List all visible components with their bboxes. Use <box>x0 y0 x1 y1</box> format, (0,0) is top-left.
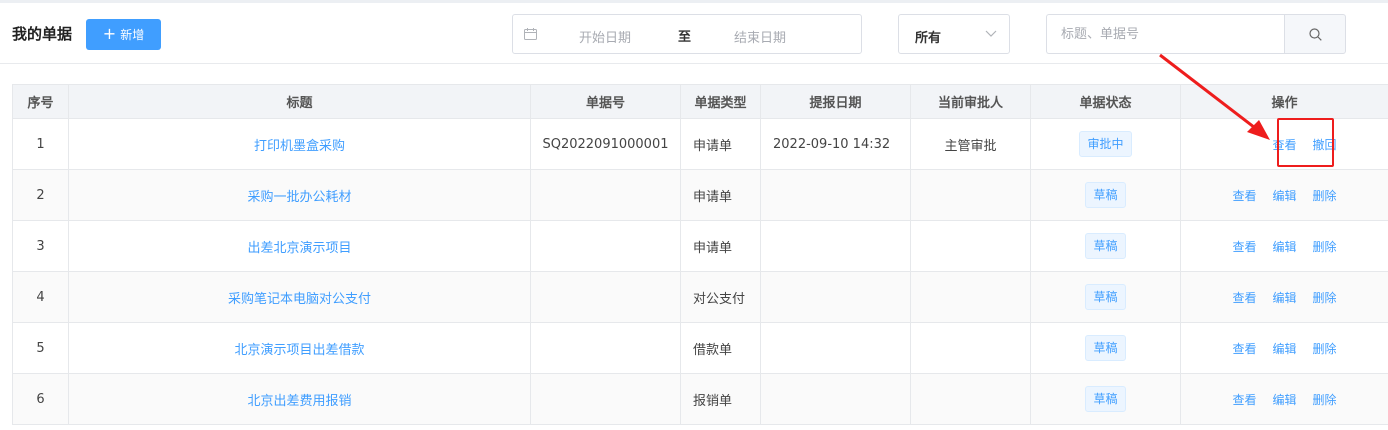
status-badge: 草稿 <box>1085 335 1126 361</box>
row-title-link[interactable]: 出差北京演示项目 <box>247 241 351 256</box>
view-button[interactable]: 查看 <box>1232 187 1256 204</box>
withdraw-button[interactable]: 撤回 <box>1313 136 1337 153</box>
row-title-link[interactable]: 采购一批办公耗材 <box>247 190 351 205</box>
documents-table: 序号 标题 单据号 单据类型 提报日期 当前审批人 单据状态 操作 1 打印机墨… <box>12 84 1388 425</box>
delete-button[interactable]: 删除 <box>1313 187 1337 204</box>
row-doc-no <box>530 271 681 323</box>
status-badge: 草稿 <box>1085 284 1126 310</box>
row-approver <box>910 169 1031 221</box>
row-date <box>760 322 911 374</box>
row-title-link[interactable]: 打印机墨盒采购 <box>254 139 345 154</box>
status-badge: 草稿 <box>1085 386 1126 412</box>
row-date <box>760 220 911 272</box>
view-button[interactable]: 查看 <box>1232 289 1256 306</box>
column-header-approver[interactable]: 当前审批人 <box>910 84 1031 119</box>
calendar-icon <box>524 28 537 40</box>
toolbar: 我的单据 + 新增 开始日期 至 结束日期 所有 <box>0 3 1388 64</box>
row-index: 5 <box>12 322 69 374</box>
edit-button[interactable]: 编辑 <box>1272 391 1296 408</box>
row-index: 1 <box>12 118 69 170</box>
row-doc-no <box>530 322 681 374</box>
add-button-label: 新增 <box>120 28 145 42</box>
row-index: 2 <box>12 169 69 221</box>
table-row: 1 打印机墨盒采购 SQ2022091000001 申请单 2022-09-10… <box>12 118 1388 170</box>
edit-button[interactable]: 编辑 <box>1272 289 1296 306</box>
delete-button[interactable]: 删除 <box>1313 238 1337 255</box>
edit-button[interactable]: 编辑 <box>1272 340 1296 357</box>
date-end-input[interactable]: 结束日期 <box>734 27 786 46</box>
row-type: 申请单 <box>680 220 761 272</box>
row-type: 对公支付 <box>680 271 761 323</box>
row-title-link[interactable]: 北京演示项目出差借款 <box>234 343 364 358</box>
delete-button[interactable]: 删除 <box>1313 340 1337 357</box>
table-row: 4 采购笔记本电脑对公支付 对公支付 草稿 查看 编辑 删除 <box>12 271 1388 323</box>
status-badge: 草稿 <box>1085 182 1126 208</box>
date-separator: 至 <box>678 30 692 45</box>
delete-button[interactable]: 删除 <box>1313 391 1337 408</box>
delete-button[interactable]: 删除 <box>1313 289 1337 306</box>
view-button[interactable]: 查看 <box>1232 340 1256 357</box>
row-title-link[interactable]: 采购笔记本电脑对公支付 <box>228 292 371 307</box>
row-type: 申请单 <box>680 169 761 221</box>
column-header-index[interactable]: 序号 <box>12 84 69 119</box>
search-icon <box>1309 28 1322 41</box>
chevron-down-icon <box>985 30 997 37</box>
table-row: 3 出差北京演示项目 申请单 草稿 查看 编辑 删除 <box>12 220 1388 272</box>
status-badge: 草稿 <box>1085 233 1126 259</box>
table-row: 5 北京演示项目出差借款 借款单 草稿 查看 编辑 删除 <box>12 322 1388 374</box>
page-title: 我的单据 <box>12 25 73 43</box>
column-header-status[interactable]: 单据状态 <box>1030 84 1181 119</box>
date-start-input[interactable]: 开始日期 <box>579 27 631 46</box>
view-button[interactable]: 查看 <box>1232 238 1256 255</box>
row-date <box>760 271 911 323</box>
row-doc-no <box>530 169 681 221</box>
column-header-doc-no[interactable]: 单据号 <box>530 84 681 119</box>
edit-button[interactable]: 编辑 <box>1272 238 1296 255</box>
status-select-value: 所有 <box>915 31 942 46</box>
edit-button[interactable]: 编辑 <box>1272 187 1296 204</box>
row-title-link[interactable]: 北京出差费用报销 <box>247 394 351 409</box>
row-approver <box>910 220 1031 272</box>
row-date <box>760 373 911 425</box>
row-index: 4 <box>12 271 69 323</box>
row-approver: 主管审批 <box>910 118 1031 170</box>
row-doc-no: SQ2022091000001 <box>530 118 681 170</box>
column-header-title[interactable]: 标题 <box>68 84 531 119</box>
table-row: 2 采购一批办公耗材 申请单 草稿 查看 编辑 删除 <box>12 169 1388 221</box>
table-header-row: 序号 标题 单据号 单据类型 提报日期 当前审批人 单据状态 操作 <box>12 84 1388 119</box>
row-doc-no <box>530 373 681 425</box>
plus-icon: + <box>102 23 117 43</box>
column-header-type[interactable]: 单据类型 <box>680 84 761 119</box>
status-select[interactable]: 所有 <box>898 14 1010 54</box>
column-header-actions: 操作 <box>1180 84 1388 119</box>
status-badge: 审批中 <box>1079 131 1132 157</box>
date-range-picker[interactable]: 开始日期 至 结束日期 <box>512 14 862 54</box>
row-date <box>760 169 911 221</box>
search-button[interactable] <box>1284 14 1346 54</box>
row-index: 3 <box>12 220 69 272</box>
row-doc-no <box>530 220 681 272</box>
column-header-date[interactable]: 提报日期 <box>760 84 911 119</box>
row-approver <box>910 322 1031 374</box>
view-button[interactable]: 查看 <box>1232 391 1256 408</box>
row-type: 报销单 <box>680 373 761 425</box>
table-row: 6 北京出差费用报销 报销单 草稿 查看 编辑 删除 <box>12 373 1388 425</box>
row-approver <box>910 373 1031 425</box>
add-button[interactable]: + 新增 <box>86 19 161 50</box>
view-button[interactable]: 查看 <box>1272 136 1296 153</box>
row-index: 6 <box>12 373 69 425</box>
search-input[interactable] <box>1046 14 1285 54</box>
row-type: 借款单 <box>680 322 761 374</box>
row-date: 2022-09-10 14:32 <box>760 118 911 170</box>
row-approver <box>910 271 1031 323</box>
row-type: 申请单 <box>680 118 761 170</box>
